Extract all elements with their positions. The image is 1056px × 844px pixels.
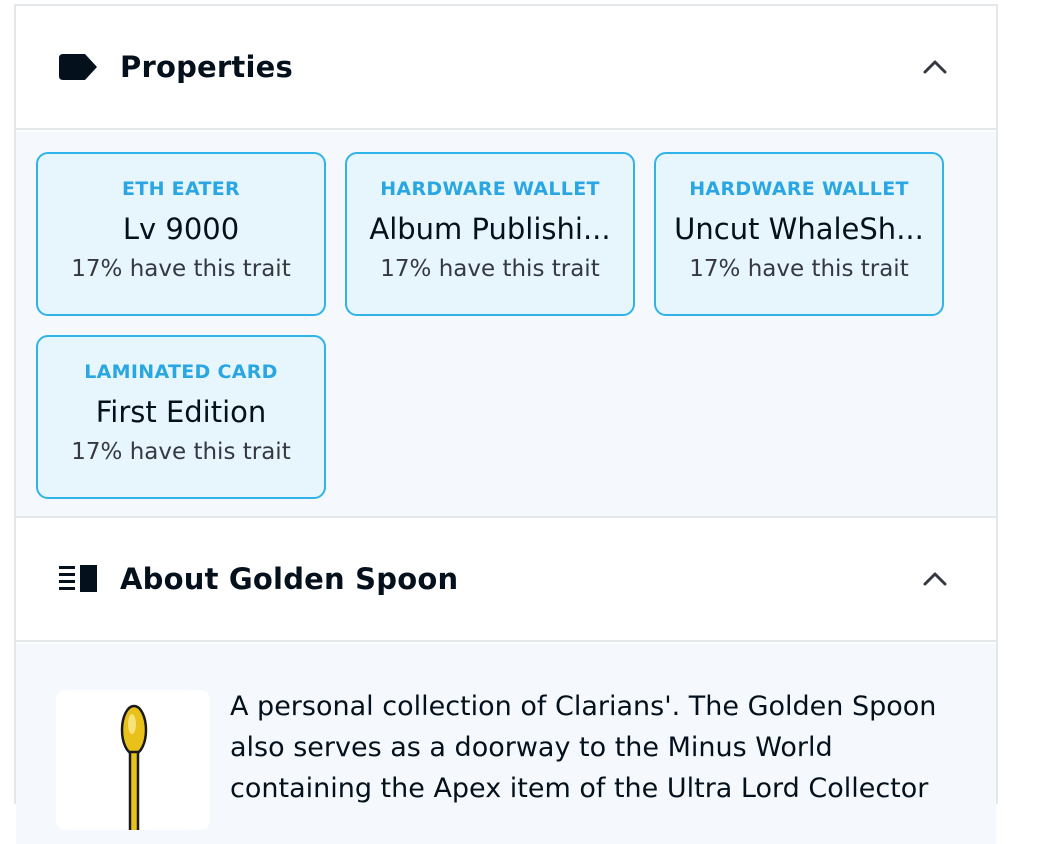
properties-body: ETH EATER Lv 9000 17% have this trait HA… bbox=[16, 132, 996, 518]
trait-type: HARDWARE WALLET bbox=[380, 178, 600, 200]
item-details-panel: Properties ETH EATER Lv 9000 17% have th… bbox=[14, 4, 998, 844]
golden-spoon-icon bbox=[120, 704, 148, 834]
about-title: About Golden Spoon bbox=[120, 562, 459, 596]
tag-icon bbox=[58, 52, 98, 82]
list-detail-icon bbox=[58, 564, 98, 594]
trait-card[interactable]: HARDWARE WALLET Album Publishi... 17% ha… bbox=[345, 152, 635, 316]
trait-type: LAMINATED CARD bbox=[84, 361, 278, 383]
trait-value: Album Publishi... bbox=[369, 212, 611, 246]
about-body: A personal collection of Clarians'. The … bbox=[16, 644, 996, 844]
chevron-up-icon[interactable] bbox=[918, 562, 952, 596]
trait-rarity: 17% have this trait bbox=[71, 256, 291, 282]
trait-value: Uncut WhaleSh... bbox=[674, 212, 924, 246]
trait-type: ETH EATER bbox=[122, 178, 240, 200]
trait-value: First Edition bbox=[95, 395, 267, 429]
about-section-header[interactable]: About Golden Spoon bbox=[16, 518, 996, 642]
trait-card[interactable]: HARDWARE WALLET Uncut WhaleSh... 17% hav… bbox=[654, 152, 944, 316]
properties-section-header[interactable]: Properties bbox=[16, 6, 996, 130]
trait-card[interactable]: LAMINATED CARD First Edition 17% have th… bbox=[36, 335, 326, 499]
about-description: A personal collection of Clarians'. The … bbox=[230, 691, 937, 804]
trait-type: HARDWARE WALLET bbox=[689, 178, 909, 200]
trait-rarity: 17% have this trait bbox=[380, 256, 600, 282]
trait-rarity: 17% have this trait bbox=[71, 439, 291, 465]
trait-rarity: 17% have this trait bbox=[689, 256, 909, 282]
trait-value: Lv 9000 bbox=[122, 212, 240, 246]
properties-title: Properties bbox=[120, 50, 293, 84]
trait-card[interactable]: ETH EATER Lv 9000 17% have this trait bbox=[36, 152, 326, 316]
item-thumbnail[interactable] bbox=[56, 690, 210, 834]
chevron-up-icon[interactable] bbox=[918, 50, 952, 84]
